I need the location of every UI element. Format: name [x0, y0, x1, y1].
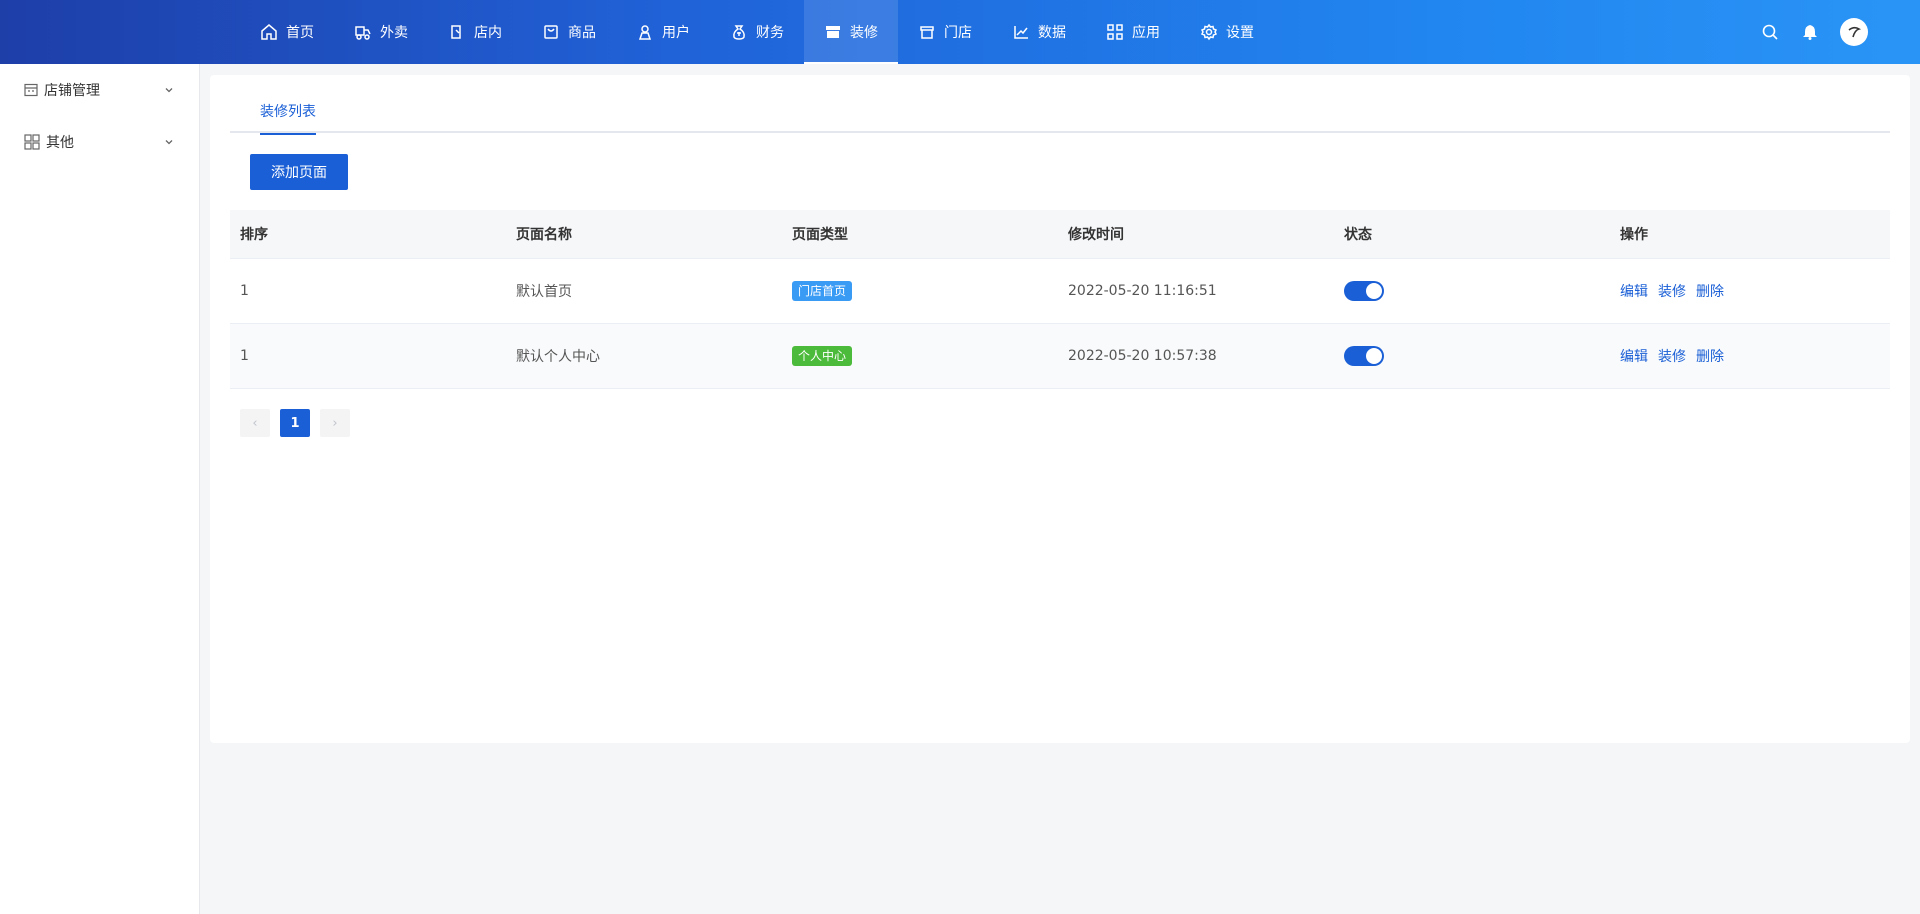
page-type-tag: 门店首页 [792, 280, 853, 301]
nav-item-decorate[interactable]: 装修 [804, 0, 898, 64]
table-row: 1 默认首页 门店首页 2022-05-20 11:16:51 编辑 装修 删除 [230, 258, 1890, 324]
cell-modified-time: 2022-05-20 11:16:51 [1058, 258, 1334, 324]
add-page-button[interactable]: 添加页面 [250, 154, 348, 190]
cell-page-name: 默认首页 [506, 258, 782, 324]
nav-label: 首页 [286, 25, 314, 41]
store-icon [920, 26, 934, 39]
sidebar-item-other[interactable]: 其他 [0, 116, 199, 168]
takeout-icon [355, 26, 371, 40]
pagination: ‹ 1 › [240, 409, 360, 437]
nav-item-data[interactable]: 数据 [992, 0, 1086, 64]
nav-item-takeout[interactable]: 外卖 [334, 0, 428, 64]
nav-label: 数据 [1038, 25, 1066, 41]
cell-modified-time: 2022-05-20 10:57:38 [1058, 323, 1334, 389]
dine-in-icon [451, 25, 461, 39]
nav-item-dine-in[interactable]: 店内 [428, 0, 522, 64]
edit-link[interactable]: 编辑 [1620, 349, 1648, 365]
nav-label: 设置 [1226, 25, 1254, 41]
nav-label: 应用 [1132, 25, 1160, 41]
search-button[interactable] [1760, 22, 1780, 42]
nav-item-product[interactable]: 商品 [522, 0, 616, 64]
status-toggle[interactable] [1344, 280, 1384, 301]
apps-icon [1107, 24, 1123, 40]
cell-page-type: 门店首页 [782, 258, 1058, 324]
chart-icon [1014, 26, 1028, 39]
nav-item-finance[interactable]: 财务 [710, 0, 804, 64]
grid-icon [24, 134, 40, 150]
nav-label: 用户 [662, 25, 690, 41]
user-icon [638, 25, 652, 40]
nav-item-settings[interactable]: 设置 [1180, 0, 1274, 64]
cell-status [1334, 323, 1610, 389]
cell-status [1334, 258, 1610, 324]
edit-link[interactable]: 编辑 [1620, 284, 1648, 300]
table-row: 1 默认个人中心 个人中心 2022-05-20 10:57:38 编辑 装修 删除 [230, 323, 1890, 389]
home-icon [261, 24, 277, 40]
nav-item-home[interactable]: 首页 [240, 0, 334, 64]
gear-icon [1200, 23, 1218, 41]
next-page-button[interactable]: › [320, 409, 350, 437]
cell-page-name: 默认个人中心 [506, 323, 782, 389]
nav-item-store[interactable]: 门店 [898, 0, 992, 64]
cell-page-type: 个人中心 [782, 323, 1058, 389]
table-header-row: 排序 页面名称 页面类型 修改时间 状态 操作 [230, 210, 1890, 259]
chevron-down-icon [165, 140, 173, 145]
cell-sort: 1 [230, 323, 506, 389]
sidebar-item-shop-management[interactable]: 店铺管理 [0, 64, 199, 116]
main-card: 装修列表 添加页面 排序 页面名称 页面类型 修改时间 状态 操作 1 默认首页… [210, 75, 1910, 743]
chevron-down-icon [165, 88, 173, 93]
bell-icon [1803, 25, 1817, 40]
main-nav: 首页 外卖 店内 商品 用户 财务 装修 门店 数据 应用 设置 [240, 0, 1274, 64]
page-type-tag: 个人中心 [792, 345, 853, 366]
cell-actions: 编辑 装修 删除 [1610, 323, 1890, 389]
avatar[interactable] [1840, 18, 1868, 46]
delete-link[interactable]: 删除 [1696, 349, 1724, 365]
tab-bar: 装修列表 [230, 95, 1890, 135]
column-header[interactable]: 排序 [230, 210, 506, 259]
page-number-current[interactable]: 1 [280, 409, 310, 437]
status-toggle[interactable] [1344, 345, 1384, 366]
product-icon [544, 25, 558, 39]
tab-decoration-list[interactable]: 装修列表 [260, 95, 316, 135]
cell-sort: 1 [230, 258, 506, 324]
column-header[interactable]: 操作 [1610, 210, 1890, 259]
sidebar-item-label: 其他 [46, 135, 74, 151]
nav-item-apps[interactable]: 应用 [1086, 0, 1180, 64]
top-actions [1760, 0, 1920, 64]
notification-button[interactable] [1800, 22, 1820, 42]
delete-link[interactable]: 删除 [1696, 284, 1724, 300]
top-nav-bar: 首页 外卖 店内 商品 用户 财务 装修 门店 数据 应用 设置 [0, 0, 1920, 64]
column-header[interactable]: 页面名称 [506, 210, 782, 259]
decorate-link[interactable]: 装修 [1658, 284, 1686, 300]
nav-label: 门店 [944, 25, 972, 41]
cell-actions: 编辑 装修 删除 [1610, 258, 1890, 324]
shop-icon [24, 83, 38, 97]
search-icon [1762, 24, 1778, 40]
nav-label: 外卖 [380, 25, 408, 41]
page-table: 排序 页面名称 页面类型 修改时间 状态 操作 1 默认首页 门店首页 2022… [230, 210, 1890, 389]
nav-label: 商品 [568, 25, 596, 41]
column-header[interactable]: 页面类型 [782, 210, 1058, 259]
prev-page-button[interactable]: ‹ [240, 409, 270, 437]
column-header[interactable]: 修改时间 [1058, 210, 1334, 259]
finance-icon [733, 25, 745, 40]
nav-item-user[interactable]: 用户 [616, 0, 710, 64]
nav-label: 财务 [756, 25, 784, 41]
nav-label: 装修 [850, 25, 878, 41]
column-header[interactable]: 状态 [1334, 210, 1610, 259]
decorate-icon [826, 26, 840, 38]
sidebar: 店铺管理 其他 [0, 64, 200, 914]
decorate-link[interactable]: 装修 [1658, 349, 1686, 365]
avatar-logo-icon [1848, 26, 1862, 38]
nav-label: 店内 [474, 25, 502, 41]
sidebar-item-label: 店铺管理 [44, 83, 100, 99]
